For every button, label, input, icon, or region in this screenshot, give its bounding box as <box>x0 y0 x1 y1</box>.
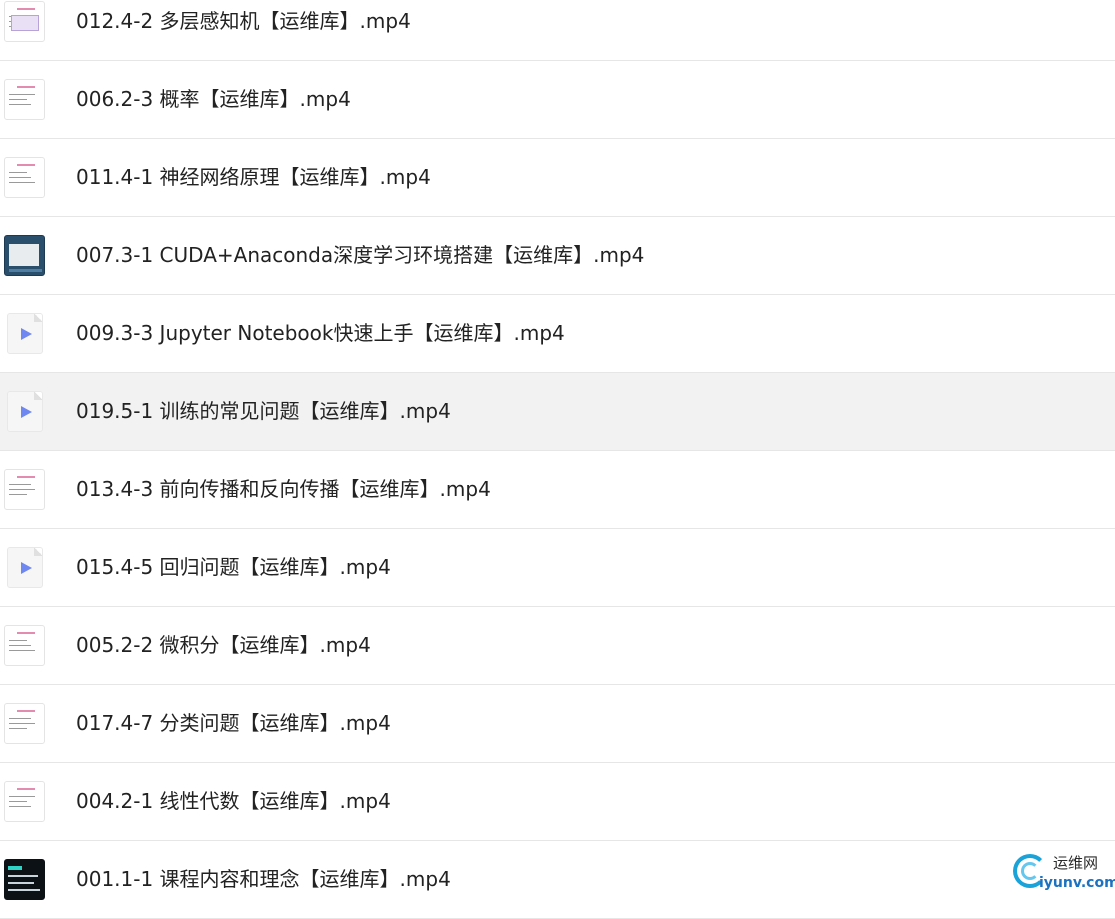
file-row[interactable]: 007.3-1 CUDA+Anaconda深度学习环境搭建【运维库】.mp4 <box>0 217 1115 295</box>
slide-title-mark <box>17 788 35 790</box>
file-name: 006.2-3 概率【运维库】.mp4 <box>76 87 351 111</box>
slide-title-mark <box>17 86 35 88</box>
file-row[interactable]: 001.1-1 课程内容和理念【运维库】.mp4 <box>0 841 1115 919</box>
slide-title-mark <box>17 476 35 478</box>
page-fold-icon <box>34 548 42 556</box>
video-thumbnail-icon <box>4 157 45 198</box>
watermark-en-text: iyunv.com <box>1039 875 1115 891</box>
video-thumbnail-icon <box>4 1 45 42</box>
slide-text-line <box>9 801 27 802</box>
video-thumbnail-icon <box>4 79 45 120</box>
slide-title-mark <box>17 8 35 10</box>
slide-title-mark <box>17 710 35 712</box>
video-thumbnail-icon <box>4 235 45 276</box>
slide-text-line <box>9 494 27 495</box>
slide-title-mark <box>17 632 35 634</box>
screen-window-mark <box>9 244 39 266</box>
file-row[interactable]: 004.2-1 线性代数【运维库】.mp4 <box>0 763 1115 841</box>
dark-slide-text-line <box>8 875 38 877</box>
slide-text-line <box>9 99 27 100</box>
slide-text-line <box>9 489 35 490</box>
slide-text-line <box>9 484 31 485</box>
file-row[interactable]: 017.4-7 分类问题【运维库】.mp4 <box>0 685 1115 763</box>
slide-text-line <box>9 718 31 719</box>
slide-text-line <box>9 94 35 95</box>
file-row[interactable]: 011.4-1 神经网络原理【运维库】.mp4 <box>0 139 1115 217</box>
slide-text-line <box>9 177 31 178</box>
slide-text-line <box>9 650 35 651</box>
slide-text-line <box>9 806 31 807</box>
file-name: 011.4-1 神经网络原理【运维库】.mp4 <box>76 165 431 189</box>
file-row[interactable]: 015.4-5 回归问题【运维库】.mp4 <box>0 529 1115 607</box>
file-name: 005.2-2 微积分【运维库】.mp4 <box>76 633 371 657</box>
page-fold-icon <box>34 392 42 400</box>
file-row[interactable]: 013.4-3 前向传播和反向传播【运维库】.mp4 <box>0 451 1115 529</box>
video-file-icon <box>7 547 43 588</box>
play-icon <box>21 328 32 340</box>
file-name: 004.2-1 线性代数【运维库】.mp4 <box>76 789 391 813</box>
slide-text-line <box>9 796 35 797</box>
play-icon <box>21 562 32 574</box>
slide-title-mark <box>17 164 35 166</box>
file-name: 015.4-5 回归问题【运维库】.mp4 <box>76 555 391 579</box>
video-file-icon <box>7 313 43 354</box>
file-row[interactable]: 006.2-3 概率【运维库】.mp4 <box>0 61 1115 139</box>
file-name: 007.3-1 CUDA+Anaconda深度学习环境搭建【运维库】.mp4 <box>76 243 645 267</box>
dark-slide-text-line <box>8 889 40 891</box>
slide-text-line <box>9 172 27 173</box>
slide-figure <box>11 15 39 31</box>
file-row[interactable]: 009.3-3 Jupyter Notebook快速上手【运维库】.mp4 <box>0 295 1115 373</box>
file-name: 012.4-2 多层感知机【运维库】.mp4 <box>76 9 411 33</box>
screen-taskbar-mark <box>9 269 42 272</box>
file-row[interactable]: 005.2-2 微积分【运维库】.mp4 <box>0 607 1115 685</box>
site-watermark: 运维网 iyunv.com <box>1011 852 1115 898</box>
slide-text-line <box>9 728 27 729</box>
slide-text-line <box>9 723 35 724</box>
file-list: 012.4-2 多层感知机【运维库】.mp4 006.2-3 概率【运维库】.m… <box>0 0 1115 919</box>
logo-inner-ring-icon <box>1021 862 1039 880</box>
file-row[interactable]: 012.4-2 多层感知机【运维库】.mp4 <box>0 0 1115 61</box>
dark-slide-title-mark <box>8 866 22 870</box>
play-icon <box>21 406 32 418</box>
dark-slide-text-line <box>8 882 34 884</box>
video-thumbnail-icon <box>4 859 45 900</box>
slide-text-line <box>9 104 31 105</box>
file-name: 013.4-3 前向传播和反向传播【运维库】.mp4 <box>76 477 491 501</box>
slide-text-line <box>9 182 35 183</box>
video-thumbnail-icon <box>4 469 45 510</box>
slide-text-line <box>9 640 27 641</box>
file-name: 017.4-7 分类问题【运维库】.mp4 <box>76 711 391 735</box>
watermark-cn-text: 运维网 <box>1053 854 1099 872</box>
file-row[interactable]: 019.5-1 训练的常见问题【运维库】.mp4 <box>0 373 1115 451</box>
file-name: 009.3-3 Jupyter Notebook快速上手【运维库】.mp4 <box>76 321 565 345</box>
video-thumbnail-icon <box>4 781 45 822</box>
video-thumbnail-icon <box>4 703 45 744</box>
video-thumbnail-icon <box>4 625 45 666</box>
page-fold-icon <box>34 314 42 322</box>
file-name: 019.5-1 训练的常见问题【运维库】.mp4 <box>76 399 451 423</box>
slide-text-line <box>9 645 31 646</box>
video-file-icon <box>7 391 43 432</box>
file-name: 001.1-1 课程内容和理念【运维库】.mp4 <box>76 867 451 891</box>
